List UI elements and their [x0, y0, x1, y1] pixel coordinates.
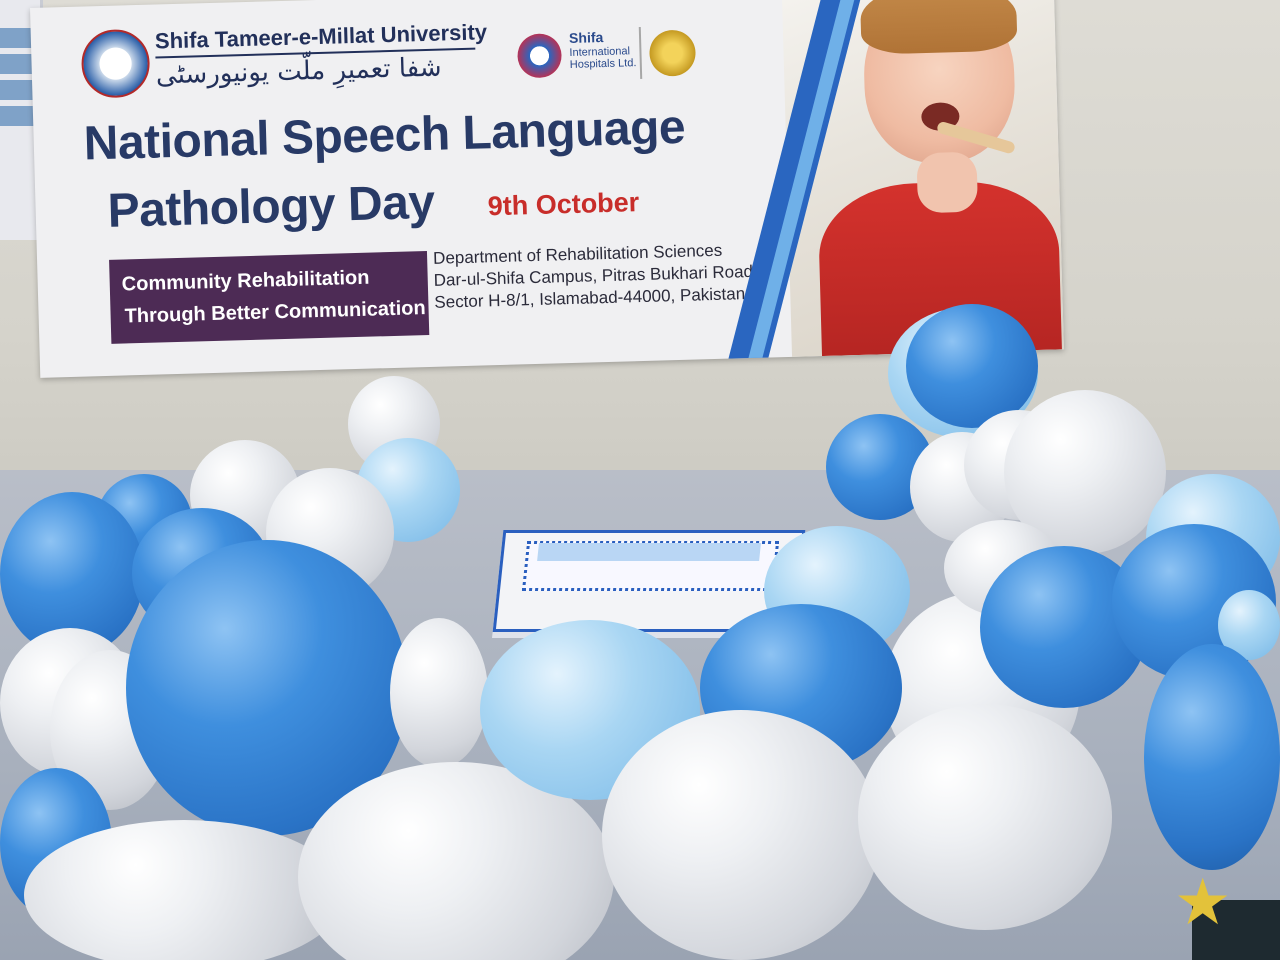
event-banner: Shifa Tameer-e-Millat University شفا تعم… — [30, 0, 1064, 378]
balloon — [1144, 644, 1280, 870]
child-hair — [859, 0, 1018, 55]
noticeboard-strip — [0, 28, 34, 48]
noticeboard-strip — [0, 80, 34, 100]
gold-seal-icon — [648, 29, 697, 77]
balloon — [602, 710, 880, 960]
hospital-logo-icon — [516, 33, 563, 79]
cake-label — [537, 543, 761, 561]
noticeboard-strip — [0, 54, 34, 74]
tagline-box: Community Rehabilitation Through Better … — [109, 251, 430, 344]
tagline-line2: Through Better Communication — [124, 297, 426, 328]
banner-title-line1: National Speech Language — [83, 100, 686, 171]
banner-text-area: Shifa Tameer-e-Millat University شفا تعم… — [30, 0, 800, 378]
balloon — [390, 618, 488, 768]
hospital-name: Shifa — [568, 29, 604, 46]
banner-title-line2: Pathology Day — [106, 175, 436, 238]
balloon — [24, 820, 344, 960]
hospital-subtitle: International Hospitals Ltd. — [569, 45, 637, 71]
event-date: 9th October — [487, 187, 640, 222]
noticeboard-strip — [0, 106, 34, 126]
star-icon: ★ — [1174, 866, 1232, 938]
child-hand — [916, 151, 979, 214]
university-logo-icon — [80, 28, 151, 99]
tagline-line1: Community Rehabilitation — [121, 266, 370, 296]
university-name-urdu: شفا تعمیرِ ملّت یونیورسٹی — [155, 52, 443, 91]
balloon — [858, 704, 1112, 930]
scene: Shifa Tameer-e-Millat University شفا تعم… — [0, 0, 1280, 960]
